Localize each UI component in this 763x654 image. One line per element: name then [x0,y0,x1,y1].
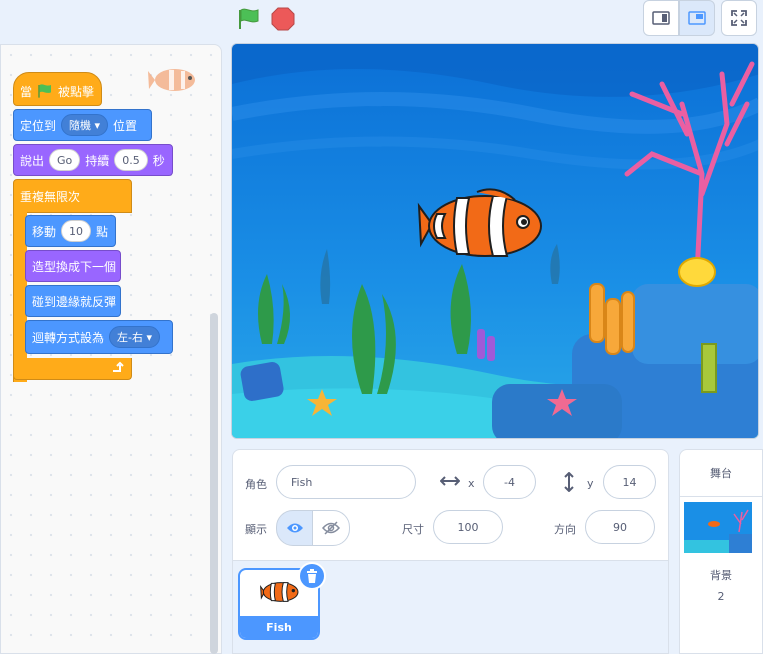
small-stage-icon [652,11,670,25]
loop-arrow-icon [113,361,124,372]
direction-input[interactable]: 90 [585,510,655,544]
size-input[interactable]: 100 [433,510,503,544]
direction-label: 方向 [554,523,576,536]
hat-after-text: 被點擊 [58,84,95,99]
fish-costume-icon [260,582,299,602]
green-flag-icon[interactable] [236,7,262,31]
stop-icon[interactable] [271,7,295,31]
next-costume-label: 造型換成下一個 [32,259,117,274]
fullscreen-button[interactable] [721,0,757,36]
forever-bottom [13,358,132,380]
sprite-thumbnail-icon [148,69,195,91]
move-suffix: 點 [96,224,109,239]
underwater-backdrop [232,44,758,438]
say-suffix: 秒 [152,153,165,168]
rotation-option: 左-右 [117,331,143,344]
rotation-dropdown[interactable]: 左-右 ▾ [109,326,161,348]
backdrop-thumbnail [684,502,752,553]
small-stage-button[interactable] [643,0,679,36]
hide-sprite-button[interactable] [312,510,350,546]
code-area[interactable]: 當 被點擊 定位到 隨機 ▾ 位置 說出 Go 持續 0.5 秒 重複無限次 移… [0,44,222,654]
stage-pane-header: 舞台 [680,450,762,497]
move-steps-block[interactable]: 移動 10 點 [25,215,116,247]
y-arrows-icon [564,472,574,492]
move-steps-input[interactable]: 10 [61,220,92,242]
say-for-secs-block[interactable]: 說出 Go 持續 0.5 秒 [13,144,173,176]
normal-stage-icon [688,11,706,25]
go-to-block[interactable]: 定位到 隨機 ▾ 位置 [13,109,152,141]
normal-stage-button[interactable] [679,0,715,36]
show-sprite-button[interactable] [276,510,313,546]
hat-before-text: 當 [20,84,33,99]
direction-value: 90 [613,520,627,534]
trash-icon [307,569,317,583]
sprite-name-input[interactable]: Fish [276,465,416,499]
go-to-dropdown[interactable]: 隨機 ▾ [61,114,109,136]
stage-pane-title: 舞台 [710,467,732,480]
say-mid-label: 持續 [85,153,110,168]
backdrops-label: 背景 [710,569,732,582]
say-text-input[interactable]: Go [49,149,81,171]
forever-block[interactable]: 重複無限次 [13,179,132,213]
green-flag-icon [38,84,52,98]
set-rotation-style-block[interactable]: 迴轉方式設為 左-右 ▾ [25,320,173,354]
stage-canvas[interactable] [231,43,759,439]
stage-selector-pane[interactable]: 舞台 背景 2 [679,449,763,654]
delete-sprite-button[interactable] [298,562,326,590]
sprite-name-value: Fish [291,475,313,489]
code-scrollbar[interactable] [210,313,218,654]
say-label: 說出 [20,153,45,168]
rotation-label: 迴轉方式設為 [32,330,105,345]
y-value: 14 [622,475,637,489]
backdrops-count: 2 [717,590,725,603]
bounce-label: 碰到邊緣就反彈 [32,294,117,309]
x-value: -4 [504,475,515,489]
eye-slash-icon [322,521,340,535]
when-flag-clicked-block[interactable]: 當 被點擊 [13,72,102,106]
size-value: 100 [457,520,479,534]
forever-label: 重複無限次 [20,189,81,204]
say-secs-input[interactable]: 0.5 [114,149,148,171]
go-to-suffix: 位置 [113,118,138,133]
fullscreen-icon [731,10,747,26]
y-label: y [587,477,594,490]
y-input[interactable]: 14 [603,465,656,499]
x-arrows-icon [440,476,460,486]
bounce-block[interactable]: 碰到邊緣就反彈 [25,285,121,317]
eye-icon [286,523,303,533]
show-label: 顯示 [245,523,267,536]
move-label: 移動 [32,224,57,239]
size-label: 尺寸 [402,523,424,536]
go-to-label: 定位到 [20,118,57,133]
sprite-tile-label: Fish [240,616,318,638]
sprite-name-label: 角色 [245,478,267,491]
x-input[interactable]: -4 [483,465,536,499]
go-to-option: 隨機 [69,119,92,132]
x-label: x [468,477,475,490]
next-costume-block[interactable]: 造型換成下一個 [25,250,121,282]
